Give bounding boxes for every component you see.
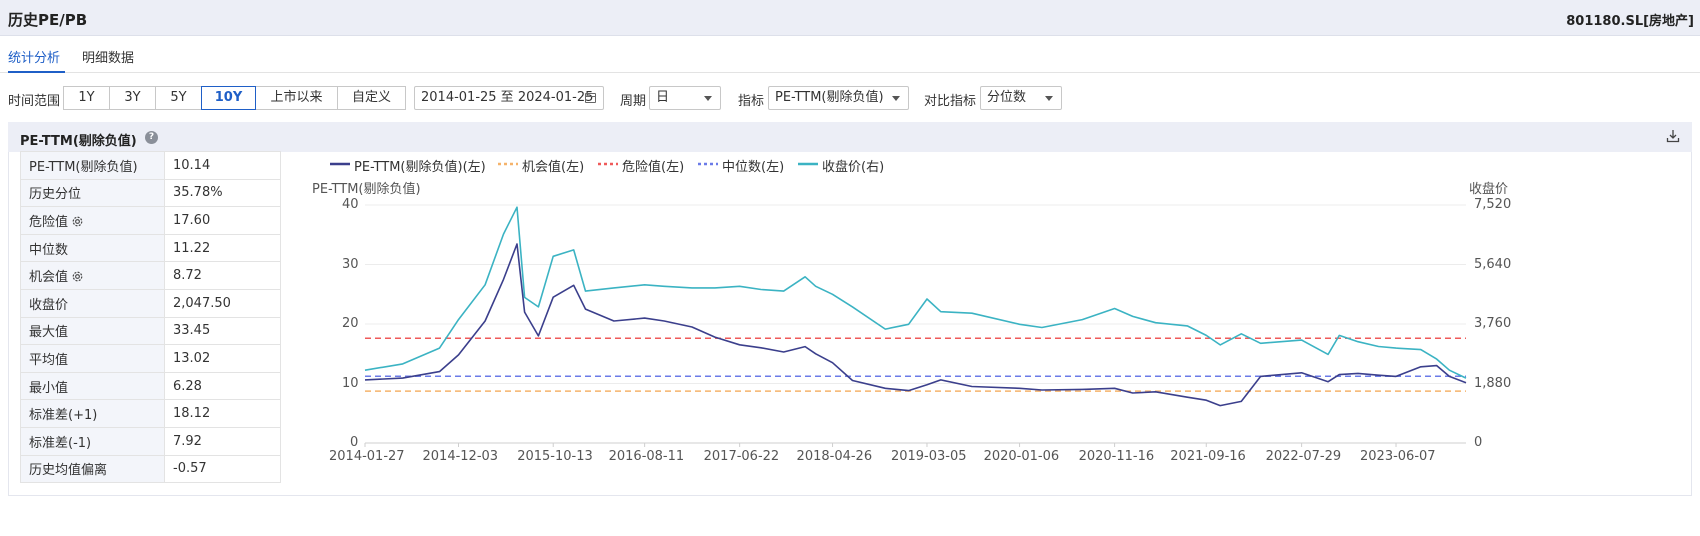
price-series-line [364, 206, 1467, 379]
pe-chart [364, 204, 1467, 447]
range-10y-button[interactable]: 10Y [201, 86, 256, 110]
pe-series-line [364, 243, 1467, 407]
